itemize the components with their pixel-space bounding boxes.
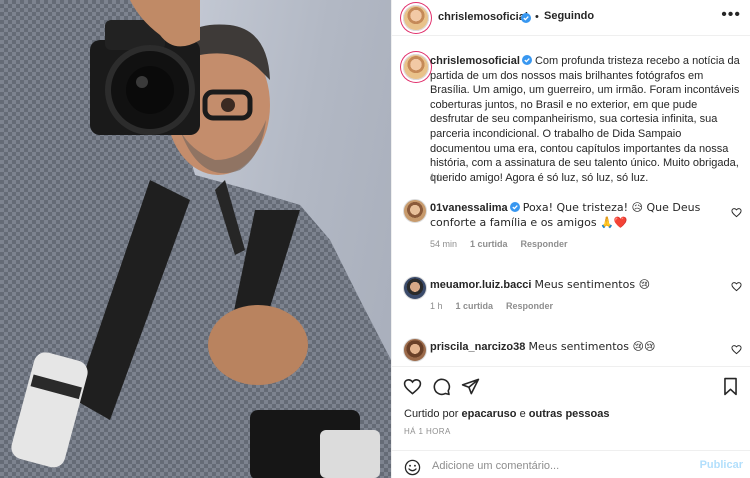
heart-icon[interactable] bbox=[403, 377, 422, 396]
caption-timestamp[interactable]: 1 h bbox=[430, 172, 443, 182]
comment-likes[interactable]: 1 curtida bbox=[470, 239, 508, 249]
comment-input[interactable] bbox=[432, 456, 672, 476]
commenter-avatar[interactable] bbox=[403, 276, 427, 300]
author-username[interactable]: chrislemosoficial bbox=[438, 11, 528, 23]
comment-like-heart-icon[interactable] bbox=[731, 344, 742, 355]
caption-author-avatar[interactable] bbox=[403, 54, 429, 80]
post-details-panel: chrislemosoficial • Seguindo ••• chrisle… bbox=[391, 0, 750, 478]
emoji-icon[interactable] bbox=[404, 459, 421, 476]
more-horizontal-icon[interactable]: ••• bbox=[721, 6, 741, 24]
bookmark-icon[interactable] bbox=[721, 377, 740, 396]
comment-text: Meus sentimentos 😢😢 bbox=[528, 340, 656, 353]
liked-by-user[interactable]: epacaruso bbox=[461, 408, 516, 420]
liked-by-prefix: Curtido por bbox=[404, 408, 459, 420]
author-avatar[interactable] bbox=[403, 5, 429, 31]
post-actions-section: Curtido por epacaruso e outras pessoas H… bbox=[392, 366, 750, 478]
comment-likes[interactable]: 1 curtida bbox=[456, 301, 494, 311]
caption-text: Com profunda tristeza recebo a notícia d… bbox=[430, 55, 740, 184]
comment-like-heart-icon[interactable] bbox=[731, 207, 742, 218]
comment-body: meuamor.luiz.bacci Meus sentimentos 😢 bbox=[430, 278, 710, 293]
caption-username[interactable]: chrislemosoficial bbox=[430, 55, 520, 67]
comment-username[interactable]: meuamor.luiz.bacci bbox=[430, 279, 531, 291]
reply-button[interactable]: Responder bbox=[521, 239, 568, 249]
comment-icon[interactable] bbox=[432, 377, 451, 396]
comment-text: Meus sentimentos 😢 bbox=[534, 278, 651, 291]
comment-age[interactable]: 54 min bbox=[430, 239, 457, 249]
header-separator: • bbox=[535, 11, 539, 23]
share-icon[interactable] bbox=[461, 377, 480, 396]
post-timestamp[interactable]: HÁ 1 HORA bbox=[404, 427, 451, 436]
post-header: chrislemosoficial • Seguindo ••• bbox=[392, 0, 750, 36]
comment-age[interactable]: 1 h bbox=[430, 301, 443, 311]
photographer-illustration bbox=[0, 0, 391, 478]
comment-body: priscila_narcizo38 Meus sentimentos 😢😢 bbox=[430, 340, 710, 355]
caption-text-block: chrislemosoficial Com profunda tristeza … bbox=[430, 54, 740, 185]
liked-by-text: Curtido por epacaruso e outras pessoas bbox=[404, 408, 609, 420]
comment-body: 01vanessalima Poxa! Que tristeza! 😥 Que … bbox=[430, 201, 710, 230]
comment-meta: 54 min 1 curtida Responder bbox=[430, 239, 568, 249]
verified-badge-icon bbox=[509, 202, 520, 212]
comment-like-heart-icon[interactable] bbox=[731, 281, 742, 292]
comment-username[interactable]: 01vanessalima bbox=[430, 202, 508, 214]
reply-button[interactable]: Responder bbox=[506, 301, 553, 311]
commenter-avatar[interactable] bbox=[403, 199, 427, 223]
verified-badge-icon bbox=[521, 55, 532, 65]
liked-by-conjunction: e bbox=[519, 408, 526, 420]
instagram-post: chrislemosoficial • Seguindo ••• chrisle… bbox=[0, 0, 750, 478]
post-comment-button[interactable]: Publicar bbox=[700, 459, 743, 471]
liked-by-others[interactable]: outras pessoas bbox=[529, 408, 610, 420]
following-button[interactable]: Seguindo bbox=[544, 10, 594, 22]
comment-meta: 1 h 1 curtida Responder bbox=[430, 301, 553, 311]
verified-badge-icon bbox=[521, 13, 531, 23]
post-photo[interactable] bbox=[0, 0, 391, 478]
add-comment-bar: Publicar bbox=[392, 450, 750, 478]
commenter-avatar[interactable] bbox=[403, 338, 427, 362]
comment-username[interactable]: priscila_narcizo38 bbox=[430, 341, 525, 353]
